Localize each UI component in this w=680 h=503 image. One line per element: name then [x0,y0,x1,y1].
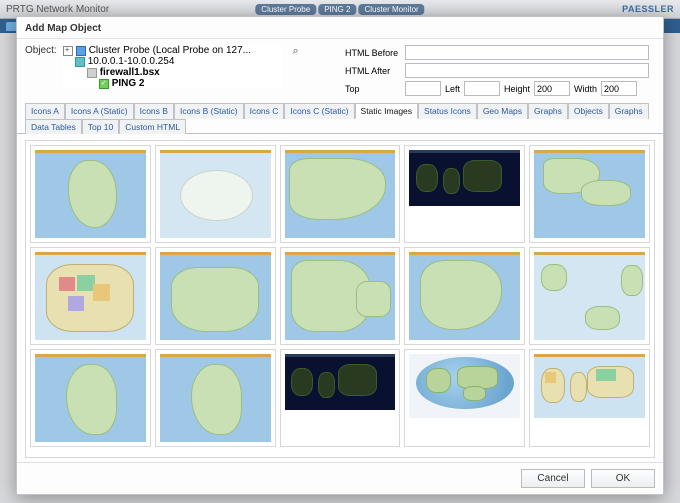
tree-node-probe[interactable]: Cluster Probe (Local Probe on 127... [63,45,283,56]
map-thumb-world-globe[interactable] [404,349,525,447]
status-tagbar: Cluster Probe PING 2 Cluster Monitor [255,4,424,15]
map-thumb-north-america[interactable] [404,247,525,345]
tree-node-sensor[interactable]: PING 2 [63,78,283,89]
map-thumb-world-political[interactable] [529,349,650,447]
vendor-logo: PAESSLER [622,4,674,14]
cancel-button[interactable]: Cancel [521,469,585,488]
height-label: Height [504,84,530,94]
tree-label: 10.0.0.1-10.0.0.254 [88,56,175,67]
config-row: Object: ⌕ Cluster Probe (Local Probe on … [17,39,663,102]
tab-data-tables[interactable]: Data Tables [25,119,82,134]
map-thumb-world-night-2[interactable] [280,349,401,447]
tab-icons-a-static-[interactable]: Icons A (Static) [65,103,134,119]
tab-icons-b[interactable]: Icons B [134,103,174,119]
map-thumb-south-america-2[interactable] [155,349,276,447]
expand-icon[interactable] [63,46,73,56]
gallery [17,134,663,462]
search-icon[interactable]: ⌕ [293,45,299,58]
map-thumb-middle-east[interactable] [280,247,401,345]
top-label: Top [345,84,401,94]
map-thumb-pacific[interactable] [529,247,650,345]
html-after-label: HTML After [345,66,401,76]
dialog-title: Add Map Object [17,17,663,39]
map-thumb-asia[interactable] [280,145,401,243]
status-tag: PING 2 [318,4,356,15]
tree-label: Cluster Probe (Local Probe on 127... [89,45,251,56]
left-label: Left [445,84,460,94]
tab-objects[interactable]: Objects [568,103,609,119]
html-before-label: HTML Before [345,48,401,58]
dialog-footer: Cancel OK [17,462,663,494]
tab-static-images[interactable]: Static Images [355,103,419,119]
tree-node-group[interactable]: 10.0.0.1-10.0.0.254 [63,56,283,67]
ok-button[interactable]: OK [591,469,655,488]
map-thumb-arctic[interactable] [155,145,276,243]
gallery-grid [25,140,655,458]
device-icon [87,68,97,78]
map-thumb-world-night-1[interactable] [404,145,525,243]
status-tag: Cluster Monitor [358,4,424,15]
object-tree[interactable]: ⌕ Cluster Probe (Local Probe on 127... 1… [63,45,283,89]
tab-icons-c[interactable]: Icons C [244,103,285,119]
width-label: Width [574,84,597,94]
add-map-object-dialog: Add Map Object Object: ⌕ Cluster Probe (… [16,16,664,495]
status-tag: Cluster Probe [255,4,316,15]
top-input[interactable] [405,81,441,96]
tree-label: PING 2 [112,78,145,89]
probe-icon [76,46,86,56]
tab-icons-c-static-[interactable]: Icons C (Static) [284,103,354,119]
map-thumb-africa[interactable] [30,145,151,243]
group-icon [75,57,85,67]
sensor-ok-icon [99,79,109,89]
tab-icons-a[interactable]: Icons A [25,103,65,119]
tab-geo-maps[interactable]: Geo Maps [477,103,528,119]
height-input[interactable] [534,81,570,96]
tab-graphs[interactable]: Graphs [609,103,649,119]
tree-label: firewall1.bsx [100,67,160,78]
width-input[interactable] [601,81,637,96]
map-thumb-europe-political[interactable] [30,247,151,345]
tab-graphs[interactable]: Graphs [528,103,568,119]
tree-node-device[interactable]: firewall1.bsx [63,67,283,78]
left-input[interactable] [464,81,500,96]
tab-bar: Icons AIcons A (Static)Icons BIcons B (S… [17,102,663,134]
map-thumb-central-america[interactable] [529,145,650,243]
html-after-input[interactable] [405,63,649,78]
object-label: Object: [25,45,57,89]
app-title: PRTG Network Monitor [6,4,109,15]
tab-icons-b-static-[interactable]: Icons B (Static) [174,103,244,119]
tab-status-icons[interactable]: Status Icons [418,103,477,119]
tab-custom-html[interactable]: Custom HTML [119,119,186,134]
html-before-input[interactable] [405,45,649,60]
tab-top-10[interactable]: Top 10 [82,119,120,134]
map-thumb-europe[interactable] [155,247,276,345]
map-thumb-south-america-1[interactable] [30,349,151,447]
